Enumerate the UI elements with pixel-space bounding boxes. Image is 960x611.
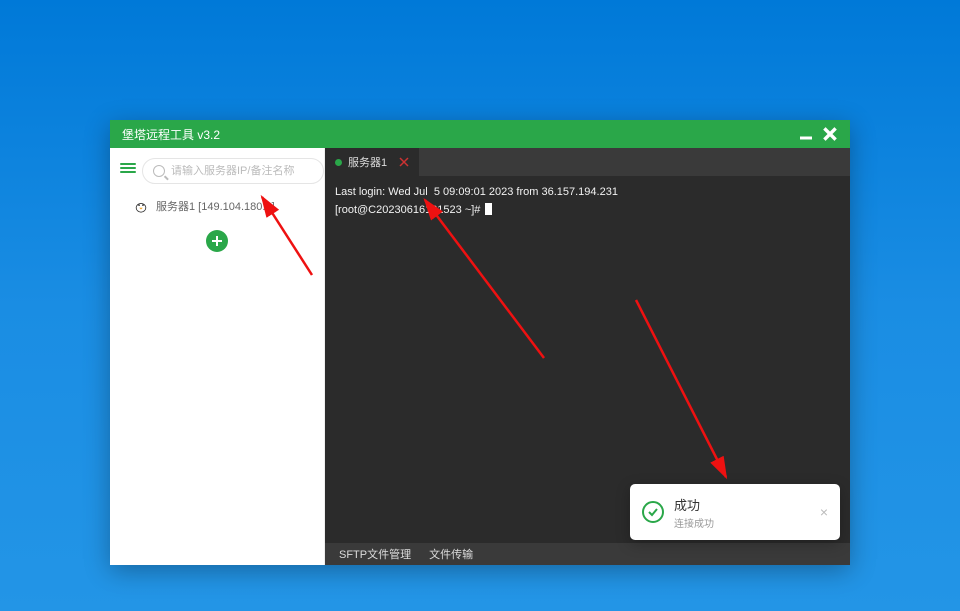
cursor-icon (485, 203, 492, 215)
check-circle-icon (642, 501, 664, 523)
main-panel: 服务器1 Last login: Wed Jul 5 09:09:01 2023… (325, 148, 850, 565)
toast-subtitle: 连接成功 (674, 515, 810, 530)
close-button[interactable] (818, 122, 842, 146)
footer-transfer[interactable]: 文件传输 (429, 546, 473, 562)
tab-close-button[interactable] (397, 155, 411, 169)
terminal-prompt: [root@C20230616181523 ~]# (335, 204, 483, 216)
search-field[interactable] (142, 158, 324, 184)
tab-label: 服务器1 (348, 154, 387, 170)
window-title: 堡塔远程工具 v3.2 (122, 126, 794, 143)
app-window: 堡塔远程工具 v3.2 服务器1 [149.104.180.8] (110, 120, 850, 565)
footer-bar: SFTP文件管理 文件传输 (325, 543, 850, 565)
list-icon[interactable] (120, 165, 136, 177)
minimize-button[interactable] (794, 122, 818, 146)
search-input[interactable] (171, 165, 313, 177)
sidebar: 服务器1 [149.104.180.8] (110, 148, 325, 565)
toast-title: 成功 (674, 495, 810, 514)
server-label: 服务器1 [149.104.180.8] (156, 198, 275, 214)
add-server-button[interactable] (206, 230, 228, 252)
titlebar: 堡塔远程工具 v3.2 (110, 120, 850, 148)
tab-bar: 服务器1 (325, 148, 850, 176)
sidebar-item-server[interactable]: 服务器1 [149.104.180.8] (110, 192, 324, 220)
search-icon (153, 165, 165, 177)
toast-notification: 成功 连接成功 × (630, 484, 840, 540)
tab-server1[interactable]: 服务器1 (325, 148, 419, 176)
status-dot-icon (335, 159, 342, 166)
linux-icon (134, 199, 148, 213)
footer-sftp[interactable]: SFTP文件管理 (339, 546, 411, 562)
terminal-line1: Last login: Wed Jul 5 09:09:01 2023 from… (335, 186, 618, 198)
toast-close-button[interactable]: × (820, 504, 828, 520)
